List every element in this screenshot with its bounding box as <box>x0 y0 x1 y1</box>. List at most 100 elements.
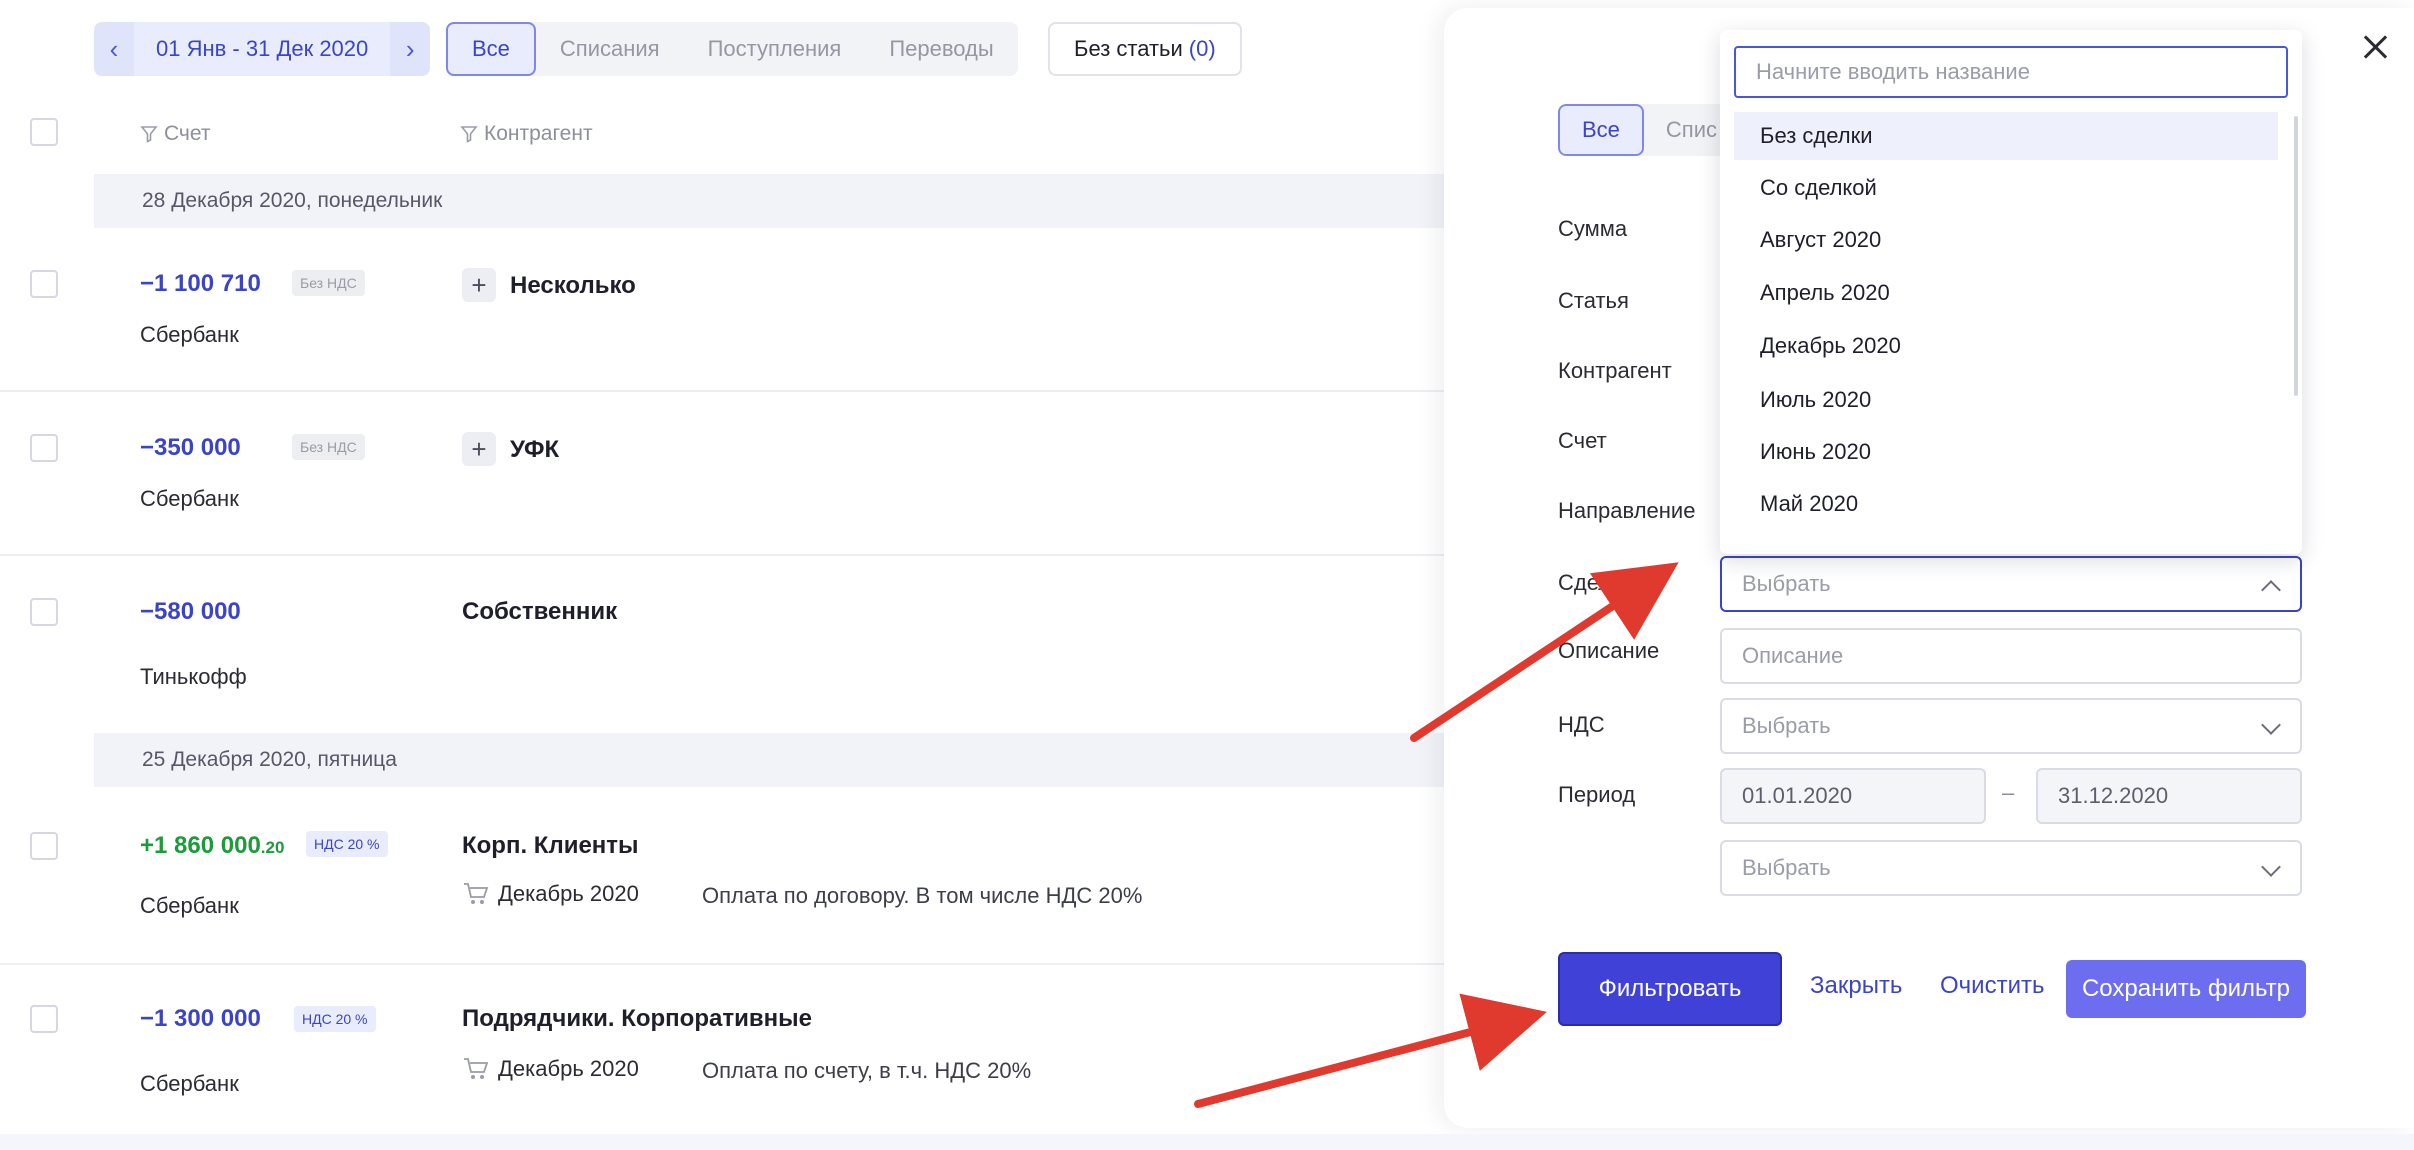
tab-receipts[interactable]: Поступления <box>684 22 866 76</box>
label-direction: Направление <box>1558 498 1696 523</box>
vat-select[interactable]: Выбрать <box>1720 698 2302 754</box>
expand-plus-icon[interactable]: + <box>462 268 496 302</box>
period-to-field[interactable]: 31.12.2020 <box>2036 768 2302 824</box>
row-counterparty: Подрядчики. Корпоративные <box>462 1005 812 1032</box>
vat-badge: НДС 20 % <box>306 831 388 857</box>
date-range-picker: ‹ 01 Янв - 31 Дек 2020 › <box>94 22 431 76</box>
dropdown-option[interactable]: Июль 2020 <box>1734 376 2278 424</box>
no-article-button[interactable]: Без статьи (0) <box>1048 22 1242 76</box>
bottom-strip <box>0 1134 2414 1150</box>
prev-period-icon[interactable]: ‹ <box>94 22 134 76</box>
row-checkbox[interactable] <box>30 1005 58 1033</box>
tab-transfers[interactable]: Переводы <box>865 22 1017 76</box>
table-row[interactable]: −1 300 000 НДС 20 % Сбербанк Подрядчики.… <box>0 965 1444 1135</box>
label-sum: Сумма <box>1558 216 1628 241</box>
label-description: Описание <box>1558 638 1660 663</box>
row-amount: +1 860 000.20 <box>140 832 284 860</box>
row-deal-label: Декабрь 2020 <box>498 881 639 906</box>
dropdown-option[interactable]: Со сделкой <box>1734 164 2278 212</box>
panel-tab-all[interactable]: Все <box>1558 104 1644 156</box>
label-vat: НДС <box>1558 712 1605 737</box>
dropdown-option[interactable]: Август 2020 <box>1734 216 2278 264</box>
label-period: Период <box>1558 782 1636 807</box>
row-deal: Декабрь 2020 <box>462 881 639 907</box>
dropdown-option[interactable]: Декабрь 2020 <box>1734 322 2278 370</box>
table-row[interactable]: +1 860 000.20 НДС 20 % Сбербанк Корп. Кл… <box>0 787 1444 965</box>
row-amount-value: +1 860 000 <box>140 832 261 859</box>
period-from-value: 01.01.2020 <box>1742 783 1853 808</box>
date-range-label[interactable]: 01 Янв - 31 Дек 2020 <box>134 22 391 76</box>
row-counterparty: УФК <box>510 436 560 463</box>
row-description: Оплата по счету, в т.ч. НДС 20% <box>702 1058 1032 1083</box>
chevron-up-icon <box>2261 580 2281 600</box>
description-placeholder: Описание <box>1742 643 1844 668</box>
row-checkbox[interactable] <box>30 434 58 462</box>
filter-icon <box>140 126 158 143</box>
label-account: Счет <box>1558 428 1607 453</box>
label-deal: Сделка <box>1558 570 1634 595</box>
row-amount-value: −580 000 <box>140 598 241 625</box>
row-counterparty: Собственник <box>462 598 618 625</box>
deal-search-placeholder: Начните вводить название <box>1756 59 2030 84</box>
description-field[interactable]: Описание <box>1720 628 2302 684</box>
cart-icon <box>464 1058 489 1079</box>
deal-dropdown: Начните вводить название Без сделки Со с… <box>1720 30 2302 554</box>
tab-all[interactable]: Все <box>446 22 536 76</box>
vat-badge: НДС 20 % <box>294 1006 376 1032</box>
close-button[interactable]: Закрыть <box>1810 972 1902 1000</box>
dropdown-option[interactable]: Июнь 2020 <box>1734 428 2278 476</box>
table-header: Счет Контрагент <box>0 100 1444 164</box>
period-to-value: 31.12.2020 <box>2058 783 2169 808</box>
column-header-account-label: Счет <box>164 122 211 145</box>
no-article-count: (0) <box>1188 36 1216 61</box>
row-counterparty: Корп. Клиенты <box>462 832 639 859</box>
row-checkbox[interactable] <box>30 270 58 298</box>
dropdown-scrollbar[interactable] <box>2294 116 2298 396</box>
row-amount-value: −350 000 <box>140 434 241 461</box>
close-icon[interactable] <box>2358 30 2392 64</box>
filter-button[interactable]: Фильтровать <box>1558 952 1782 1026</box>
table-row[interactable]: −1 100 710 Без НДС Сбербанк + Несколько <box>0 228 1444 392</box>
dropdown-option[interactable]: Без сделки <box>1734 112 2278 160</box>
dropdown-option[interactable]: Апрель 2020 <box>1734 269 2278 317</box>
label-article: Статья <box>1558 288 1629 313</box>
column-header-counterparty[interactable]: Контрагент <box>460 122 593 146</box>
row-bank: Сбербанк <box>140 1071 239 1096</box>
operation-type-tabs: Все Списания Поступления Переводы <box>446 22 1018 76</box>
filter-icon <box>460 126 478 143</box>
chevron-down-icon <box>2261 715 2281 735</box>
deal-select[interactable]: Выбрать <box>1720 556 2302 612</box>
table-row[interactable]: −350 000 Без НДС Сбербанк + УФК <box>0 392 1444 556</box>
vat-select-placeholder: Выбрать <box>1742 713 1831 738</box>
dropdown-option[interactable]: Май 2020 <box>1734 480 2278 528</box>
row-checkbox[interactable] <box>30 598 58 626</box>
save-filter-button[interactable]: Сохранить фильтр <box>2066 960 2306 1018</box>
row-deal-label: Декабрь 2020 <box>498 1056 639 1081</box>
clear-button[interactable]: Очистить <box>1940 972 2044 1000</box>
row-description: Оплата по договору. В том числе НДС 20% <box>702 883 1143 908</box>
select-all-checkbox[interactable] <box>30 118 58 146</box>
row-deal: Декабрь 2020 <box>462 1056 639 1082</box>
column-header-counterparty-label: Контрагент <box>484 122 593 145</box>
row-checkbox[interactable] <box>30 832 58 860</box>
tab-writeoffs[interactable]: Списания <box>536 22 684 76</box>
table-row[interactable]: −580 000 Тинькофф Собственник <box>0 556 1444 732</box>
row-amount: −580 000 <box>140 598 241 626</box>
row-amount: −350 000 <box>140 434 241 462</box>
row-amount: −1 300 000 <box>140 1005 261 1033</box>
vat-badge: Без НДС <box>292 434 365 460</box>
row-amount-cents: .20 <box>260 838 285 857</box>
page: ‹ 01 Янв - 31 Дек 2020 › Все Списания По… <box>0 0 2414 1150</box>
period-preset-select[interactable]: Выбрать <box>1720 840 2302 896</box>
day-group-header: 28 Декабря 2020, понедельник <box>94 174 1444 228</box>
period-from-field[interactable]: 01.01.2020 <box>1720 768 1986 824</box>
column-header-account[interactable]: Счет <box>140 122 210 146</box>
next-period-icon[interactable]: › <box>390 22 431 76</box>
no-article-label: Без статьи <box>1074 36 1183 61</box>
chevron-down-icon <box>2261 857 2281 877</box>
label-counterparty: Контрагент <box>1558 358 1672 383</box>
period-preset-placeholder: Выбрать <box>1742 855 1831 880</box>
row-amount-value: −1 100 710 <box>140 270 261 297</box>
expand-plus-icon[interactable]: + <box>462 432 496 466</box>
deal-search-input[interactable]: Начните вводить название <box>1734 46 2288 98</box>
